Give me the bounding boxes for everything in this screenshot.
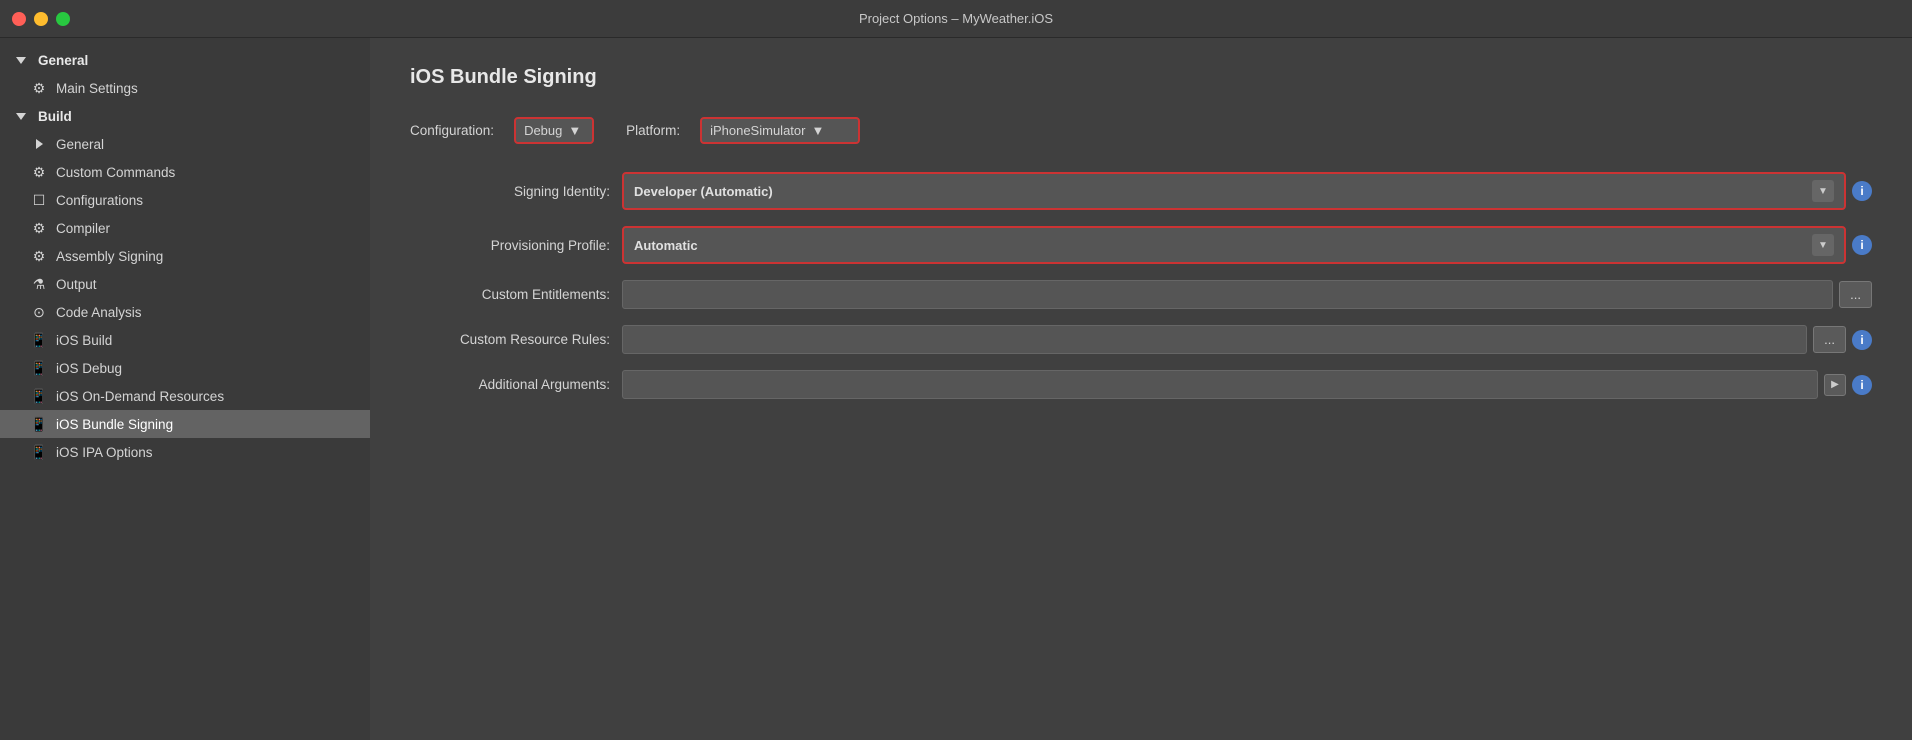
triangle-right-icon: [30, 135, 48, 153]
additional-arguments-play-button[interactable]: ▶: [1824, 374, 1846, 396]
custom-entitlements-row: Custom Entitlements: ...: [410, 280, 1872, 309]
minimize-button[interactable]: [34, 12, 48, 26]
sidebar: General ⚙ Main Settings Build General ⚙ …: [0, 38, 370, 740]
provisioning-profile-value: Automatic: [634, 238, 1812, 253]
sidebar-item-label: iOS IPA Options: [56, 445, 153, 460]
platform-label: Platform:: [626, 123, 680, 138]
page-title: iOS Bundle Signing: [410, 66, 1872, 89]
custom-resource-rules-info-button[interactable]: i: [1852, 330, 1872, 350]
content-area: iOS Bundle Signing Configuration: Debug …: [370, 38, 1912, 740]
sidebar-item-label: Assembly Signing: [56, 249, 163, 264]
custom-resource-rules-row: Custom Resource Rules: ... i: [410, 325, 1872, 354]
chevron-down-icon[interactable]: ▼: [1812, 180, 1834, 202]
provisioning-profile-select[interactable]: Automatic ▼: [622, 226, 1846, 264]
sidebar-item-label: Compiler: [56, 221, 110, 236]
platform-dropdown[interactable]: iPhoneSimulator ▼: [700, 117, 860, 144]
flask-icon: ⚗: [30, 275, 48, 293]
sidebar-item-label: Build: [38, 109, 72, 124]
title-bar: Project Options – MyWeather.iOS: [0, 0, 1912, 38]
sidebar-item-label: Custom Commands: [56, 165, 175, 180]
custom-resource-rules-label: Custom Resource Rules:: [410, 332, 610, 347]
platform-value: iPhoneSimulator: [710, 123, 805, 138]
chevron-down-icon: ▼: [568, 123, 581, 138]
mobile-icon: 📱: [30, 331, 48, 349]
sidebar-item-label: Configurations: [56, 193, 143, 208]
sidebar-item-label: iOS Build: [56, 333, 112, 348]
sidebar-item-label: Code Analysis: [56, 305, 142, 320]
custom-entitlements-input[interactable]: [622, 280, 1833, 309]
sidebar-item-code-analysis[interactable]: ⊙ Code Analysis: [0, 298, 370, 326]
signing-identity-value: Developer (Automatic): [634, 184, 1812, 199]
mobile-icon: 📱: [30, 387, 48, 405]
window-controls: [12, 12, 70, 26]
sidebar-item-label: Output: [56, 277, 97, 292]
provisioning-profile-label: Provisioning Profile:: [410, 238, 610, 253]
sidebar-item-output[interactable]: ⚗ Output: [0, 270, 370, 298]
signing-identity-row: Signing Identity: Developer (Automatic) …: [410, 172, 1872, 210]
custom-entitlements-label: Custom Entitlements:: [410, 287, 610, 302]
gear-icon: ⚙: [30, 163, 48, 181]
circle-dot-icon: ⊙: [30, 303, 48, 321]
signing-identity-label: Signing Identity:: [410, 184, 610, 199]
custom-resource-rules-browse-button[interactable]: ...: [1813, 326, 1846, 353]
sidebar-item-label: iOS Bundle Signing: [56, 417, 173, 432]
window-title: Project Options – MyWeather.iOS: [859, 11, 1053, 26]
square-icon: ☐: [30, 191, 48, 209]
signing-identity-info-button[interactable]: i: [1852, 181, 1872, 201]
provisioning-profile-info-button[interactable]: i: [1852, 235, 1872, 255]
sidebar-item-label: General: [38, 53, 88, 68]
sidebar-item-compiler[interactable]: ⚙ Compiler: [0, 214, 370, 242]
sidebar-item-ios-ipa-options[interactable]: 📱 iOS IPA Options: [0, 438, 370, 466]
gear-icon: ⚙: [30, 247, 48, 265]
triangle-down-icon: [12, 107, 30, 125]
sidebar-item-label: General: [56, 137, 104, 152]
signing-identity-input-area: Developer (Automatic) ▼ i: [622, 172, 1872, 210]
config-platform-row: Configuration: Debug ▼ Platform: iPhoneS…: [410, 117, 1872, 144]
custom-resource-rules-input-area: ... i: [622, 325, 1872, 354]
additional-arguments-input-area: ▶ i: [622, 370, 1872, 399]
sidebar-item-ios-build[interactable]: 📱 iOS Build: [0, 326, 370, 354]
sidebar-item-configurations[interactable]: ☐ Configurations: [0, 186, 370, 214]
config-label: Configuration:: [410, 123, 494, 138]
sidebar-item-label: iOS On-Demand Resources: [56, 389, 224, 404]
additional-arguments-label: Additional Arguments:: [410, 377, 610, 392]
triangle-down-icon: [12, 51, 30, 69]
provisioning-profile-input-area: Automatic ▼ i: [622, 226, 1872, 264]
sidebar-item-build-general[interactable]: General: [0, 130, 370, 158]
settings-wheel-icon: ⚙: [30, 219, 48, 237]
mobile-icon: 📱: [30, 359, 48, 377]
sidebar-item-ios-debug[interactable]: 📱 iOS Debug: [0, 354, 370, 382]
close-button[interactable]: [12, 12, 26, 26]
additional-arguments-info-button[interactable]: i: [1852, 375, 1872, 395]
sidebar-item-assembly-signing[interactable]: ⚙ Assembly Signing: [0, 242, 370, 270]
sidebar-item-main-settings[interactable]: ⚙ Main Settings: [0, 74, 370, 102]
sidebar-item-ios-bundle-signing[interactable]: 📱 iOS Bundle Signing: [0, 410, 370, 438]
chevron-down-icon[interactable]: ▼: [1812, 234, 1834, 256]
custom-entitlements-browse-button[interactable]: ...: [1839, 281, 1872, 308]
mobile-icon: 📱: [30, 415, 48, 433]
sidebar-item-build-header[interactable]: Build: [0, 102, 370, 130]
sidebar-item-label: Main Settings: [56, 81, 138, 96]
sidebar-item-general-header[interactable]: General: [0, 46, 370, 74]
gear-icon: ⚙: [30, 79, 48, 97]
maximize-button[interactable]: [56, 12, 70, 26]
mobile-icon: 📱: [30, 443, 48, 461]
config-value: Debug: [524, 123, 562, 138]
custom-entitlements-input-area: ...: [622, 280, 1872, 309]
sidebar-item-label: iOS Debug: [56, 361, 122, 376]
main-layout: General ⚙ Main Settings Build General ⚙ …: [0, 38, 1912, 740]
additional-arguments-row: Additional Arguments: ▶ i: [410, 370, 1872, 399]
provisioning-profile-row: Provisioning Profile: Automatic ▼ i: [410, 226, 1872, 264]
signing-identity-select[interactable]: Developer (Automatic) ▼: [622, 172, 1846, 210]
custom-resource-rules-input[interactable]: [622, 325, 1807, 354]
additional-arguments-input[interactable]: [622, 370, 1818, 399]
sidebar-item-ios-on-demand[interactable]: 📱 iOS On-Demand Resources: [0, 382, 370, 410]
configuration-dropdown[interactable]: Debug ▼: [514, 117, 594, 144]
chevron-down-icon: ▼: [811, 123, 824, 138]
sidebar-item-custom-commands[interactable]: ⚙ Custom Commands: [0, 158, 370, 186]
